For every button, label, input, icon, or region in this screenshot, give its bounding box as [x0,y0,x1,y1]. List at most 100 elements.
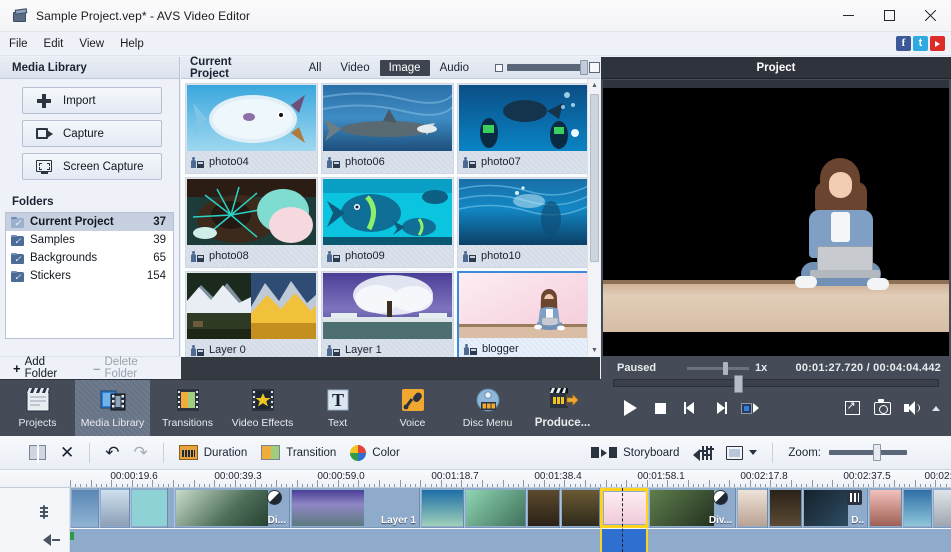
sidebar-item-stickers[interactable]: ✓ Stickers 154 [6,267,173,285]
list-item[interactable]: Layer 1 [321,271,454,357]
seek-handle[interactable] [734,375,743,393]
audio-track[interactable] [70,529,951,552]
delete-clip-button[interactable]: ✕ [53,440,81,466]
timeline-clip[interactable] [70,488,99,528]
previous-button[interactable] [675,395,705,421]
zoom-slider-track[interactable] [829,444,907,461]
split-clip-button[interactable] [22,440,53,466]
video-track-icon[interactable] [43,505,45,519]
timeline-clip[interactable]: Layer 1 [290,488,420,528]
speed-track[interactable] [687,361,749,375]
list-item[interactable]: photo10 [457,177,590,268]
timeline-clip[interactable]: Div... [648,488,736,528]
timeline-clip[interactable] [736,488,768,528]
menu-edit[interactable]: Edit [37,36,71,52]
timeline-clip[interactable] [464,488,526,528]
list-item[interactable]: Layer 0 [185,271,318,357]
screen-capture-button[interactable]: Screen Capture [22,153,162,180]
storyboard-button[interactable]: Storyboard [584,440,686,466]
transition-badge[interactable] [267,490,282,505]
timeline-ruler[interactable]: 00:00:19.6 00:00:39.3 00:00:59.0 00:01:1… [0,470,951,488]
minimize-button[interactable] [828,0,869,32]
scroll-up-icon[interactable]: ▲ [588,79,601,92]
speed-knob[interactable] [723,361,728,375]
volume-button[interactable] [897,395,927,421]
menu-view[interactable]: View [72,36,111,52]
timeline[interactable]: 00:00:19.6 00:00:39.3 00:00:59.0 00:01:1… [0,470,951,552]
timeline-clip[interactable] [868,488,902,528]
timeline-clip[interactable] [902,488,932,528]
transition-badge[interactable] [713,490,728,505]
list-item[interactable]: photo08 [185,177,318,268]
timeline-tracks[interactable]: Di... Layer 1 Div... D.. [70,488,951,552]
speed-slider[interactable]: 1x [687,361,767,375]
menu-help[interactable]: Help [113,36,151,52]
redo-button[interactable]: ↷ [127,440,155,466]
preview-stage[interactable] [603,80,949,356]
list-item[interactable]: photo06 [321,83,454,174]
audio-mixer-button[interactable] [686,440,719,466]
duration-button[interactable]: Duration [172,440,254,466]
youtube-icon[interactable] [930,36,945,51]
timeline-clip[interactable] [768,488,802,528]
sidebar-item-samples[interactable]: ✓ Samples 39 [6,231,173,249]
timeline-audio-selection[interactable] [600,529,648,552]
scrollbar-thumb[interactable] [590,94,599,262]
tab-text[interactable]: T Text [300,380,375,437]
twitter-icon[interactable]: t [913,36,928,51]
maximize-button[interactable] [869,0,910,32]
timeline-clip[interactable] [932,488,951,528]
filter-image[interactable]: Image [379,59,430,76]
tab-video-effects[interactable]: Video Effects [225,380,300,437]
timeline-clip[interactable]: Di... [174,488,290,528]
filter-audio[interactable]: Audio [431,60,478,76]
fit-to-window-button[interactable] [914,440,943,466]
playhead[interactable] [622,488,623,552]
slider-track[interactable] [507,60,588,75]
tab-voice[interactable]: Voice [375,380,450,437]
list-item[interactable]: photo09 [321,177,454,268]
facebook-icon[interactable]: f [896,36,911,51]
delete-folder-button[interactable]: – Delete Folder [84,356,176,380]
menu-file[interactable]: File [2,36,35,52]
undo-button[interactable]: ↶ [98,440,126,466]
next-button[interactable] [705,395,735,421]
close-button[interactable] [910,0,951,32]
list-item[interactable]: photo07 [457,83,590,174]
timeline-clip[interactable] [420,488,464,528]
play-button[interactable] [615,395,645,421]
zoom-slider-knob[interactable] [873,444,881,461]
sidebar-item-backgrounds[interactable]: ✓ Backgrounds 65 [6,249,173,267]
volume-expand-button[interactable] [927,395,945,421]
sidebar-item-current-project[interactable]: ✓ Current Project 37 [6,213,173,231]
transition-badge[interactable] [847,490,862,505]
tab-projects[interactable]: Projects [0,380,75,437]
timeline-clip[interactable] [560,488,600,528]
timeline-clip-selected[interactable] [600,488,648,528]
timeline-clip[interactable] [526,488,560,528]
media-thumbnail-grid[interactable]: photo04 photo06 photo07 photo08 photo09 … [181,79,600,357]
color-button[interactable]: Color [343,440,406,466]
zoom-control[interactable]: Zoom: [781,440,914,466]
frame-advance-button[interactable] [735,395,765,421]
timeline-clip[interactable] [130,488,168,528]
list-item-selected[interactable]: blogger [457,271,590,357]
tab-transitions[interactable]: Transitions [150,380,225,437]
import-button[interactable]: Import [22,87,162,114]
timeline-clip[interactable] [99,488,130,528]
tab-disc-menu[interactable]: Disc Menu [450,380,525,437]
tab-media-library[interactable]: Media Library [75,380,150,437]
fullscreen-button[interactable] [837,395,867,421]
capture-button[interactable]: Capture [22,120,162,147]
slider-knob[interactable] [580,60,588,75]
add-folder-button[interactable]: + Add Folder [4,356,84,380]
filter-all[interactable]: All [300,60,331,76]
thumbnail-size-slider[interactable] [495,60,600,75]
stop-button[interactable] [645,395,675,421]
seek-bar[interactable] [613,375,939,393]
media-grid-scrollbar[interactable]: ▲ ▼ [587,79,600,357]
screen-mode-button[interactable] [719,440,764,466]
tab-produce[interactable]: Produce... [525,380,600,437]
list-item[interactable]: photo04 [185,83,318,174]
transition-button[interactable]: Transition [254,440,343,466]
